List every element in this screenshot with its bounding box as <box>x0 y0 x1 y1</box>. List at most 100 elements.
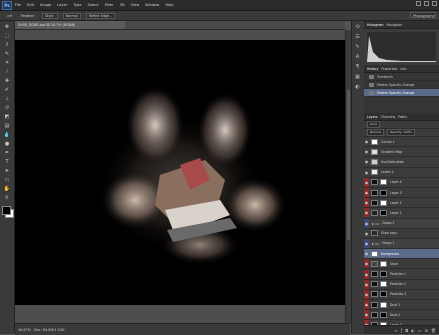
hand-icon[interactable]: ✋ <box>3 185 11 192</box>
tab-info[interactable]: Info <box>400 67 406 71</box>
layer-thumbnail[interactable] <box>371 148 378 155</box>
new-layer-icon[interactable]: ⊞ <box>425 328 428 333</box>
visibility-eye-icon[interactable]: ◉ <box>364 249 369 258</box>
layer-thumbnail[interactable] <box>371 281 378 288</box>
layer-row[interactable]: ◉ Gradient Map <box>364 147 439 158</box>
close-icon[interactable] <box>432 1 437 6</box>
gradient-icon[interactable]: ▤ <box>3 122 11 129</box>
menu-3d[interactable]: 3D <box>120 3 125 7</box>
layer-thumbnail[interactable] <box>371 138 378 145</box>
layer-mask-thumbnail[interactable] <box>380 179 387 186</box>
menu-layer[interactable]: Layer <box>57 3 67 7</box>
layer-thumbnail[interactable] <box>371 230 378 237</box>
layer-row[interactable]: ◉ ▸ ▭ Group 2 <box>364 218 439 229</box>
layer-row[interactable]: ◉ ▸ ▭ Group 1 <box>364 238 439 250</box>
refine-edge-button[interactable]: Refine Edge... <box>85 12 116 19</box>
layer-mask-thumbnail[interactable] <box>380 271 387 278</box>
layer-mask-thumbnail[interactable] <box>380 189 387 196</box>
scrollbar-thumb[interactable] <box>347 90 350 240</box>
menu-help[interactable]: Help <box>165 3 173 7</box>
history-item-current[interactable]: Master Opacity Change <box>364 89 439 97</box>
fx-icon[interactable]: ƒ <box>401 328 402 333</box>
visibility-eye-icon[interactable]: ◉ <box>364 177 369 187</box>
visibility-eye-icon[interactable]: ◉ <box>364 218 369 228</box>
layer-row[interactable]: ◉ Layer 2 <box>364 198 439 209</box>
minimize-icon[interactable] <box>416 1 421 6</box>
layer-row[interactable]: ◉ Particles 2 <box>364 279 439 290</box>
style-select[interactable]: Normal <box>62 12 81 19</box>
layer-row[interactable]: ◉ Hue/Saturation <box>364 157 439 168</box>
layer-row[interactable]: ◉ Background <box>364 249 439 260</box>
layer-row[interactable]: ◉ Shoe copy <box>364 229 439 239</box>
layer-thumbnail[interactable] <box>371 169 378 176</box>
layer-row[interactable]: ◉ Layer 4 <box>364 177 439 188</box>
workspace-select[interactable]: Photography <box>410 12 436 18</box>
link-layers-icon[interactable]: ∞ <box>394 328 397 333</box>
group-folder-icon[interactable]: ▸ ▭ <box>372 221 379 226</box>
layer-thumbnail[interactable] <box>371 199 378 206</box>
visibility-eye-icon[interactable]: ◉ <box>364 310 369 320</box>
marquee-icon[interactable]: ⬚ <box>3 32 11 39</box>
layer-mask-thumbnail[interactable] <box>380 199 387 206</box>
visibility-eye-icon[interactable]: ◉ <box>364 168 369 177</box>
layer-row[interactable]: ◉ Shoe <box>364 259 439 270</box>
visibility-eye-icon[interactable]: ◉ <box>364 300 369 310</box>
adjustment-layer-icon[interactable]: ◐ <box>411 328 415 333</box>
tool-preset-icon[interactable]: ▭▾ <box>5 14 14 18</box>
history-item[interactable]: Master Opacity Change <box>364 81 439 89</box>
layer-kind-filter[interactable]: Kind <box>367 121 380 128</box>
color-swatches[interactable] <box>1 205 14 218</box>
visibility-eye-icon[interactable]: ◉ <box>364 198 369 208</box>
foreground-color-swatch[interactable] <box>2 206 11 215</box>
visibility-eye-icon[interactable]: ◉ <box>364 188 369 198</box>
maximize-icon[interactable] <box>424 1 429 6</box>
layer-row[interactable]: ◉ Layer 3 <box>364 188 439 199</box>
tab-history[interactable]: History <box>367 67 378 71</box>
layer-mask-thumbnail[interactable] <box>380 281 387 288</box>
layer-thumbnail[interactable] <box>371 271 378 278</box>
tab-paths[interactable]: Paths <box>398 115 407 119</box>
lasso-icon[interactable]: ℓ <box>3 41 11 48</box>
paragraph-panel-icon[interactable]: ¶ <box>354 64 361 71</box>
layer-row[interactable]: ◉ Dust 1 <box>364 300 439 311</box>
layer-thumbnail[interactable] <box>371 250 378 257</box>
visibility-eye-icon[interactable]: ◉ <box>364 157 369 166</box>
brush-panel-icon[interactable]: ✎ <box>354 44 361 51</box>
blend-mode-select[interactable]: Normal <box>367 129 384 136</box>
layer-thumbnail[interactable] <box>371 158 378 165</box>
menu-window[interactable]: Window <box>145 3 159 7</box>
quick-select-icon[interactable]: ✎ <box>3 50 11 57</box>
tab-properties[interactable]: Properties <box>381 67 397 71</box>
tab-layers[interactable]: Layers <box>367 115 378 119</box>
shape-icon[interactable]: ▭ <box>3 176 11 183</box>
document-canvas[interactable] <box>15 40 345 305</box>
history-brush-icon[interactable]: ↺ <box>3 104 11 111</box>
swatches-panel-icon[interactable]: ▦ <box>354 74 361 81</box>
visibility-eye-icon[interactable]: ◉ <box>364 229 369 238</box>
eyedropper-icon[interactable]: ⁄ <box>3 68 11 75</box>
properties-panel-icon[interactable]: ☰ <box>354 34 361 41</box>
layer-thumbnail[interactable] <box>371 260 378 267</box>
path-select-icon[interactable]: ➤ <box>3 167 11 174</box>
menu-type[interactable]: Type <box>73 3 81 7</box>
layer-row[interactable]: ◉ Curves 1 <box>364 137 439 148</box>
layer-thumbnail[interactable] <box>371 179 378 186</box>
layer-mask-thumbnail[interactable] <box>380 301 387 308</box>
layer-row[interactable]: ◉ Layer 1 <box>364 208 439 219</box>
visibility-eye-icon[interactable]: ◉ <box>364 259 369 269</box>
visibility-eye-icon[interactable]: ◉ <box>364 289 369 299</box>
layer-row[interactable]: ◉ Particles 1 <box>364 269 439 280</box>
menu-edit[interactable]: Edit <box>27 3 34 7</box>
menu-file[interactable]: File <box>15 3 21 7</box>
add-mask-icon[interactable]: ◘ <box>405 328 408 333</box>
visibility-eye-icon[interactable]: ◉ <box>364 208 369 218</box>
delete-layer-icon[interactable]: 🗑 <box>431 328 436 333</box>
blur-icon[interactable]: 💧 <box>3 131 11 138</box>
layer-mask-thumbnail[interactable] <box>380 291 387 298</box>
character-panel-icon[interactable]: A <box>354 54 361 61</box>
menu-image[interactable]: Image <box>40 3 51 7</box>
history-item[interactable]: Transform <box>364 73 439 81</box>
layer-row[interactable]: ◉ Dust 2 <box>364 310 439 321</box>
tab-navigator[interactable]: Navigator <box>387 23 403 27</box>
layer-mask-thumbnail[interactable] <box>380 260 387 267</box>
